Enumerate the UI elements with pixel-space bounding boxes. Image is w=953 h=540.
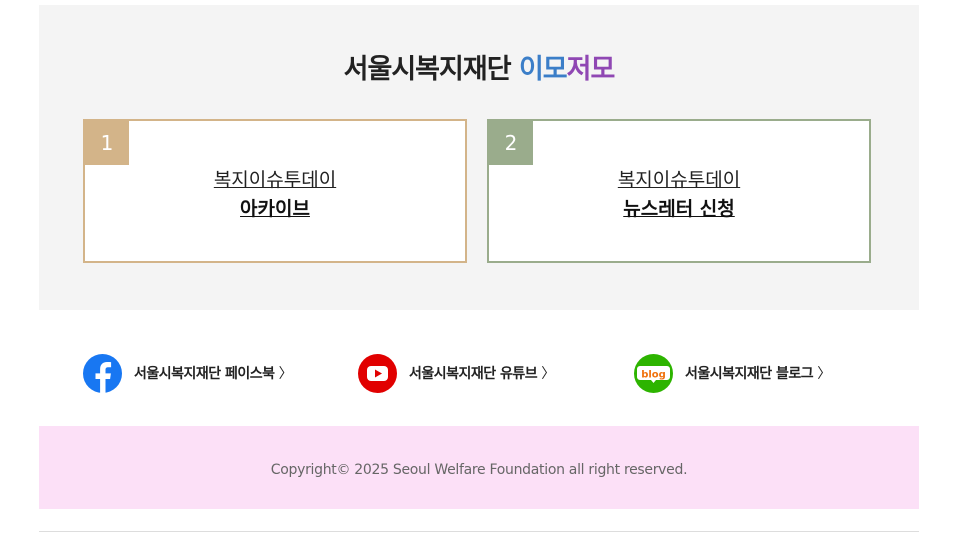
- youtube-label: 서울시복지재단 유튜브: [409, 366, 538, 382]
- feature-section: 서울시복지재단 이모저모 1 복지이슈투데이 아카이브 2 복지이슈투데이 뉴스…: [39, 5, 919, 310]
- bottom-divider: [39, 531, 919, 532]
- card-subtitle[interactable]: 복지이슈투데이: [85, 165, 465, 192]
- newsletter-card[interactable]: 2 복지이슈투데이 뉴스레터 신청: [487, 119, 871, 263]
- blog-label: 서울시복지재단 블로그: [685, 366, 814, 382]
- card-number-badge: 1: [85, 121, 129, 165]
- footer: Copyright© 2025 Seoul Welfare Foundation…: [39, 426, 919, 509]
- facebook-icon: [83, 353, 122, 393]
- archive-card[interactable]: 1 복지이슈투데이 아카이브: [83, 119, 467, 263]
- chevron-right-icon: 〉: [278, 366, 293, 382]
- blog-icon-text: blog: [641, 369, 666, 380]
- facebook-link[interactable]: 서울시복지재단 페이스북 〉: [83, 353, 293, 393]
- title-accent-1: 이모: [518, 54, 568, 85]
- copyright-text: Copyright© 2025 Seoul Welfare Foundation…: [270, 462, 688, 478]
- card-subtitle[interactable]: 복지이슈투데이: [489, 165, 869, 192]
- chevron-right-icon: 〉: [541, 366, 556, 382]
- youtube-icon: [358, 353, 397, 393]
- title-main: 서울시복지재단: [343, 54, 512, 85]
- card-title[interactable]: 아카이브: [85, 194, 465, 221]
- card-number-badge: 2: [489, 121, 533, 165]
- section-title: 서울시복지재단 이모저모: [39, 54, 919, 86]
- blog-icon: blog: [634, 353, 673, 393]
- card-title[interactable]: 뉴스레터 신청: [489, 194, 869, 221]
- chevron-right-icon: 〉: [817, 366, 832, 382]
- facebook-label: 서울시복지재단 페이스북: [134, 366, 275, 382]
- blog-link[interactable]: blog 서울시복지재단 블로그 〉: [634, 353, 831, 393]
- youtube-link[interactable]: 서울시복지재단 유튜브 〉: [358, 353, 555, 393]
- title-accent-2: 저모: [566, 54, 616, 85]
